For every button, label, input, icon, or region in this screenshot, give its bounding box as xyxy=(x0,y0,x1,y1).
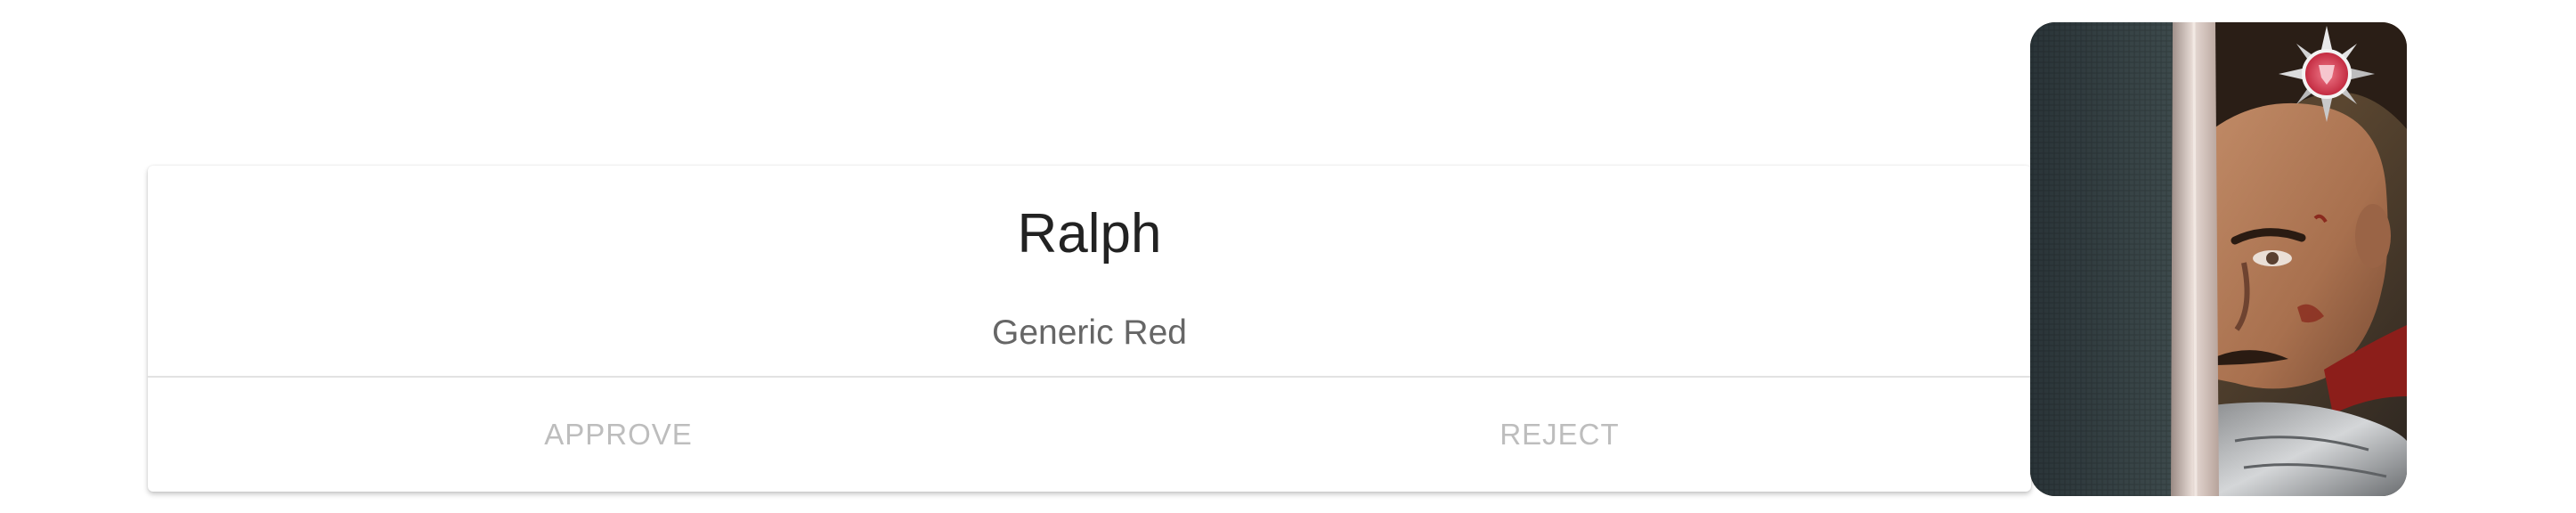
character-card: Ralph Generic Red APPROVE REJECT xyxy=(148,166,2031,492)
approve-button[interactable]: APPROVE xyxy=(148,378,1089,492)
card-body: Ralph Generic Red xyxy=(148,166,2031,376)
card-subtitle: Generic Red xyxy=(992,314,1187,352)
card-title: Ralph xyxy=(1017,203,1162,265)
character-portrait xyxy=(2030,22,2407,496)
reject-button[interactable]: REJECT xyxy=(1089,378,2030,492)
warrior-portrait-image xyxy=(2030,22,2407,496)
card-actions: APPROVE REJECT xyxy=(148,378,2031,492)
